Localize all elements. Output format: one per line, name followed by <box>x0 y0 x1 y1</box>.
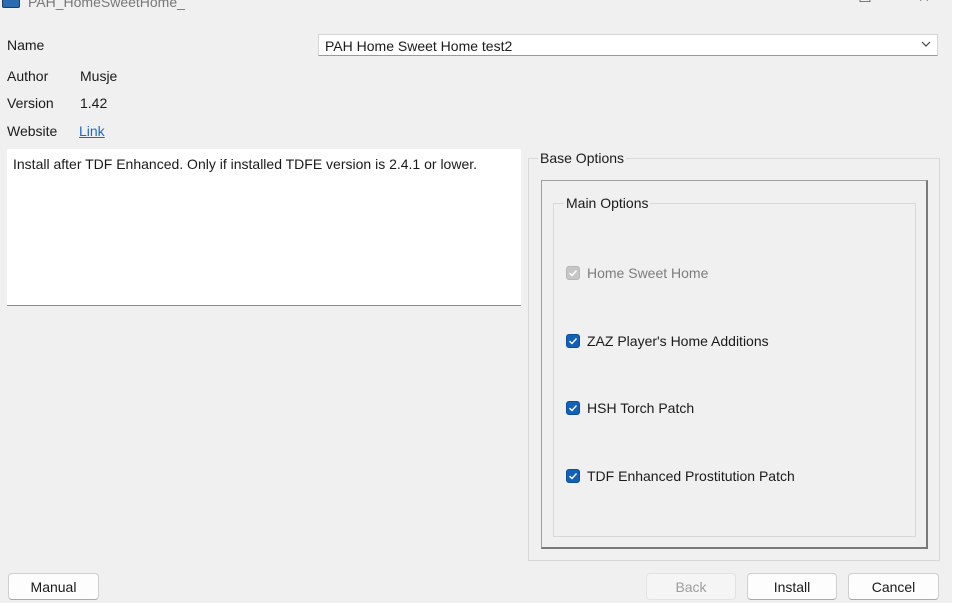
maximize-icon[interactable]: ☐ <box>855 0 875 6</box>
option-hsh-torch-patch[interactable]: HSH Torch Patch <box>566 398 694 418</box>
close-icon[interactable]: ✕ <box>914 0 934 6</box>
option-tdf-enhanced-prostitution-patch[interactable]: TDF Enhanced Prostitution Patch <box>566 466 795 486</box>
install-button[interactable]: Install <box>747 573 837 600</box>
checkbox-checked-disabled <box>566 266 580 280</box>
author-label: Author <box>7 68 49 84</box>
description-text[interactable]: Install after TDF Enhanced. Only if inst… <box>7 149 521 306</box>
option-label[interactable]: ZAZ Player's Home Additions <box>587 333 769 349</box>
back-button[interactable]: Back <box>646 573 736 600</box>
window-title: PAH_HomeSweetHome_ <box>28 0 185 10</box>
checkmark-icon <box>569 338 578 345</box>
option-label[interactable]: TDF Enhanced Prostitution Patch <box>587 468 795 484</box>
author-value: Musje <box>80 68 118 84</box>
checkmark-icon <box>569 473 578 480</box>
version-label: Version <box>7 95 54 111</box>
option-label[interactable]: HSH Torch Patch <box>587 400 694 416</box>
option-home-sweet-home: Home Sweet Home <box>566 263 708 283</box>
website-label: Website <box>7 123 58 139</box>
chevron-down-icon <box>921 41 931 47</box>
checkbox[interactable] <box>566 469 580 483</box>
main-options-title: Main Options <box>564 195 651 211</box>
version-value: 1.42 <box>80 95 108 111</box>
checkbox[interactable] <box>566 334 580 348</box>
cancel-button[interactable]: Cancel <box>848 573 939 600</box>
app-icon <box>2 0 20 8</box>
website-link[interactable]: Link <box>79 123 105 139</box>
name-select[interactable]: PAH Home Sweet Home test2 <box>318 34 938 56</box>
background-window-edge <box>952 0 956 603</box>
manual-button[interactable]: Manual <box>8 573 99 600</box>
main-options-group <box>553 203 916 537</box>
base-options-title: Base Options <box>538 150 627 166</box>
checkmark-icon <box>569 405 578 412</box>
option-label: Home Sweet Home <box>587 265 709 281</box>
name-select-value: PAH Home Sweet Home test2 <box>325 38 513 54</box>
name-label: Name <box>7 37 45 53</box>
checkbox[interactable] <box>566 401 580 415</box>
option-zaz-players-home-additions[interactable]: ZAZ Player's Home Additions <box>566 331 769 351</box>
checkmark-icon <box>569 270 578 277</box>
